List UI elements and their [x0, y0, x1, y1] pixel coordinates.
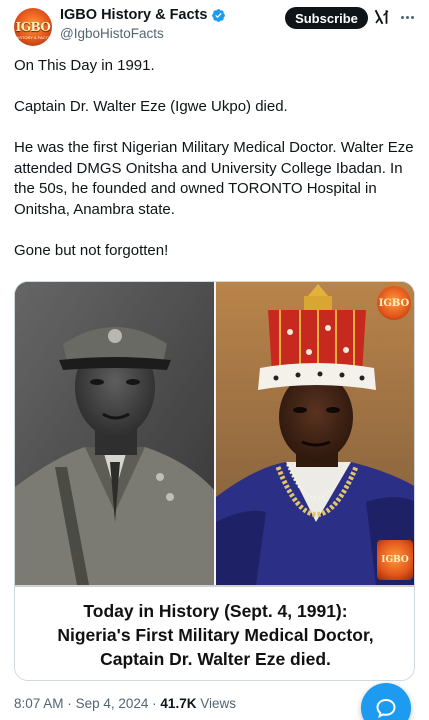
author-display-name[interactable]: IGBO History & Facts	[60, 7, 207, 23]
meta-separator: ·	[152, 696, 157, 711]
tweet-paragraph: He was the first Nigerian Military Medic…	[14, 139, 414, 218]
verified-badge-icon	[212, 8, 226, 22]
subscribe-button[interactable]: Subscribe	[285, 7, 368, 29]
military-portrait-image	[15, 282, 216, 585]
meta-separator: ·	[67, 696, 72, 711]
post-date[interactable]: Sep 4, 2024	[76, 696, 149, 711]
avatar-logo-subtext: HISTORY & FACTS	[15, 35, 51, 40]
caption-line: Captain Dr. Walter Eze died.	[100, 648, 331, 669]
reply-bubble-icon	[376, 698, 396, 719]
author-name-row: IGBO History & Facts	[60, 7, 226, 23]
author-handle[interactable]: @IgboHistoFacts	[60, 26, 164, 41]
photo-collage[interactable]: IGBO IGBO	[15, 282, 414, 585]
tweet-media-card[interactable]: IGBO IGBO Today in History (Sept. 4, 199…	[14, 281, 415, 681]
tweet-header: IGBO HISTORY & FACTS IGBO History & Fact…	[0, 0, 429, 48]
tweet-body: On This Day in 1991. Captain Dr. Walter …	[14, 56, 416, 261]
tweet-paragraph: On This Day in 1991.	[14, 57, 155, 74]
watermark-logo-icon: IGBO	[377, 286, 411, 320]
views-count: 41.7K	[160, 696, 197, 711]
compose-reply-button[interactable]	[361, 683, 411, 720]
avatar-logo-text: IGBO	[15, 20, 51, 34]
author-avatar[interactable]: IGBO HISTORY & FACTS	[14, 8, 52, 46]
caption-line: Nigeria's First Military Medical Doctor,	[57, 624, 374, 645]
views-label: Views	[200, 696, 236, 711]
watermark-logo-bottom-icon: IGBO	[377, 540, 413, 580]
tweet-paragraph: Gone but not forgotten!	[14, 241, 169, 259]
grok-icon[interactable]	[373, 8, 391, 26]
caption-line: Today in History (Sept. 4, 1991):	[83, 600, 348, 621]
image-caption: Today in History (Sept. 4, 1991): Nigeri…	[15, 585, 414, 680]
more-options-icon[interactable]	[399, 8, 415, 26]
tweet-meta: 8:07 AM · Sep 4, 2024 · 41.7K Views	[14, 696, 236, 711]
tweet-paragraph: Captain Dr. Walter Eze (Igwe Ukpo) died.	[14, 98, 288, 115]
post-time[interactable]: 8:07 AM	[14, 696, 64, 711]
